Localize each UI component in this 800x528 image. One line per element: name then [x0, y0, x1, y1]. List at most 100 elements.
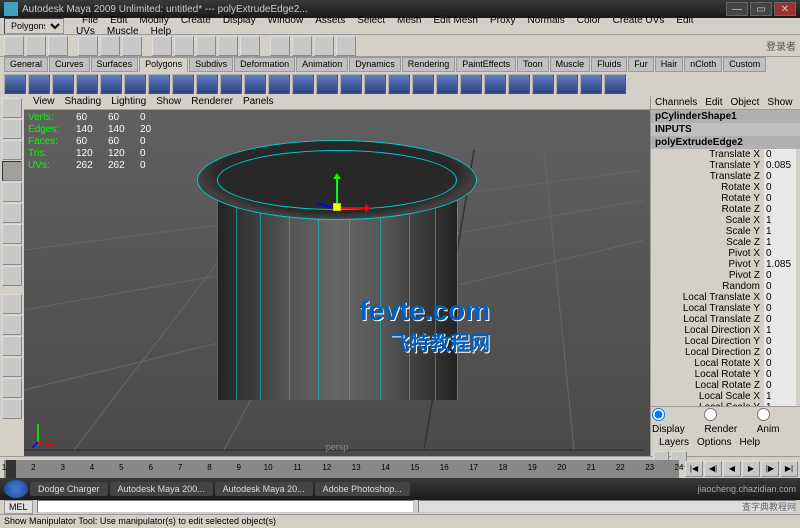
move-tool[interactable] [2, 161, 22, 181]
shelf-tab-custom[interactable]: Custom [723, 57, 766, 72]
maximize-button[interactable]: ▭ [750, 2, 772, 16]
menu-window[interactable]: Window [262, 15, 310, 26]
go-start-button[interactable]: |◀ [685, 461, 703, 477]
time-cursor[interactable] [6, 460, 16, 478]
shelf-button-23[interactable] [556, 74, 578, 94]
shelf-tab-subdivs[interactable]: Subdivs [189, 57, 233, 72]
menu-edit[interactable]: Edit [104, 15, 133, 26]
shelf-button-15[interactable] [364, 74, 386, 94]
play-forward-button[interactable]: ▶ [742, 461, 760, 477]
task-item[interactable]: Autodesk Maya 20... [215, 482, 313, 496]
persp-graph-layout[interactable] [2, 378, 22, 398]
shelf-tab-fur[interactable]: Fur [628, 57, 654, 72]
go-end-button[interactable]: ▶| [780, 461, 798, 477]
shelf-button-25[interactable] [604, 74, 626, 94]
snap-grid-icon[interactable] [152, 36, 172, 56]
attr-row[interactable]: Local Rotate Y0 [651, 369, 800, 380]
select-tool[interactable] [2, 98, 22, 118]
input-node-name[interactable]: polyExtrudeEdge2 [651, 136, 800, 149]
attr-row[interactable]: Local Scale X1 [651, 391, 800, 402]
shelf-button-5[interactable] [124, 74, 146, 94]
menu-color[interactable]: Color [571, 15, 607, 26]
shelf-tab-ncloth[interactable]: nCloth [684, 57, 722, 72]
attr-row[interactable]: Rotate X0 [651, 182, 800, 193]
close-button[interactable]: ✕ [774, 2, 796, 16]
menu-edit-mesh[interactable]: Edit Mesh [427, 15, 483, 26]
viewport-menu-show[interactable]: Show [151, 96, 186, 109]
file-save-icon[interactable] [48, 36, 68, 56]
menu-mesh[interactable]: Mesh [391, 15, 427, 26]
shelf-tab-dynamics[interactable]: Dynamics [349, 57, 401, 72]
attr-row[interactable]: Local Translate X0 [651, 292, 800, 303]
four-pane-layout[interactable] [2, 315, 22, 335]
shelf-tab-rendering[interactable]: Rendering [402, 57, 456, 72]
menu-display[interactable]: Display [217, 15, 262, 26]
attr-row[interactable]: Local Rotate Z0 [651, 380, 800, 391]
shelf-button-13[interactable] [316, 74, 338, 94]
minimize-button[interactable]: — [726, 2, 748, 16]
layer-radio-display[interactable]: Display [652, 408, 698, 435]
attr-row[interactable]: Translate Z0 [651, 171, 800, 182]
viewport-menu-panels[interactable]: Panels [238, 96, 279, 109]
viewport-menu-view[interactable]: View [28, 96, 60, 109]
shelf-tab-curves[interactable]: Curves [49, 57, 90, 72]
shelf-button-22[interactable] [532, 74, 554, 94]
shelf-tab-polygons[interactable]: Polygons [139, 57, 188, 72]
attr-row[interactable]: Local Direction X1 [651, 325, 800, 336]
rotate-tool[interactable] [2, 182, 22, 202]
single-pane-layout[interactable] [2, 294, 22, 314]
shelf-button-10[interactable] [244, 74, 266, 94]
step-forward-button[interactable]: |▶ [761, 461, 779, 477]
shelf-tab-general[interactable]: General [4, 57, 48, 72]
shelf-tab-toon[interactable]: Toon [517, 57, 549, 72]
attr-row[interactable]: Rotate Y0 [651, 193, 800, 204]
render-icon[interactable] [292, 36, 312, 56]
layer-radio-anim[interactable]: Anim [757, 408, 793, 435]
channel-tab-channels[interactable]: Channels [651, 96, 701, 109]
attr-row[interactable]: Scale Y1 [651, 226, 800, 237]
task-item[interactable]: Autodesk Maya 200... [110, 482, 213, 496]
attr-row[interactable]: Pivot Y1.085 [651, 259, 800, 270]
shelf-button-6[interactable] [148, 74, 170, 94]
menu-assets[interactable]: Assets [309, 15, 351, 26]
attr-row[interactable]: Random0 [651, 281, 800, 292]
shelf-button-14[interactable] [340, 74, 362, 94]
layer-radio-render[interactable]: Render [704, 408, 750, 435]
attr-row[interactable]: Scale X1 [651, 215, 800, 226]
module-selector[interactable]: Polygons [4, 18, 64, 34]
menu-modify[interactable]: Modify [133, 15, 174, 26]
select-object-icon[interactable] [100, 36, 120, 56]
shelf-button-3[interactable] [76, 74, 98, 94]
file-open-icon[interactable] [26, 36, 46, 56]
menu-normals[interactable]: Normals [522, 15, 571, 26]
shelf-button-1[interactable] [28, 74, 50, 94]
attr-row[interactable]: Local Direction Y0 [651, 336, 800, 347]
render-settings-icon[interactable] [336, 36, 356, 56]
attr-row[interactable]: Local Rotate X0 [651, 358, 800, 369]
shelf-button-11[interactable] [268, 74, 290, 94]
menu-create[interactable]: Create [175, 15, 217, 26]
shelf-button-4[interactable] [100, 74, 122, 94]
shelf-button-24[interactable] [580, 74, 602, 94]
menu-file[interactable]: File [76, 15, 104, 26]
attr-row[interactable]: Translate Y0.085 [651, 160, 800, 171]
manip-center[interactable] [333, 203, 341, 211]
scale-tool[interactable] [2, 203, 22, 223]
select-component-icon[interactable] [122, 36, 142, 56]
shelf-button-19[interactable] [460, 74, 482, 94]
shelf-button-12[interactable] [292, 74, 314, 94]
attr-row[interactable]: Local Direction Z0 [651, 347, 800, 358]
snap-curve-icon[interactable] [174, 36, 194, 56]
universal-manip-tool[interactable] [2, 224, 22, 244]
shape-node-name[interactable]: pCylinderShape1 [651, 110, 800, 123]
viewport-menu-shading[interactable]: Shading [60, 96, 107, 109]
ipr-icon[interactable] [314, 36, 334, 56]
shelf-tab-hair[interactable]: Hair [655, 57, 684, 72]
attr-row[interactable]: Pivot X0 [651, 248, 800, 259]
outliner-layout[interactable] [2, 357, 22, 377]
snap-point-icon[interactable] [196, 36, 216, 56]
hypershade-layout[interactable] [2, 399, 22, 419]
shelf-button-18[interactable] [436, 74, 458, 94]
attr-row[interactable]: Local Translate Y0 [651, 303, 800, 314]
menu-proxy[interactable]: Proxy [484, 15, 522, 26]
